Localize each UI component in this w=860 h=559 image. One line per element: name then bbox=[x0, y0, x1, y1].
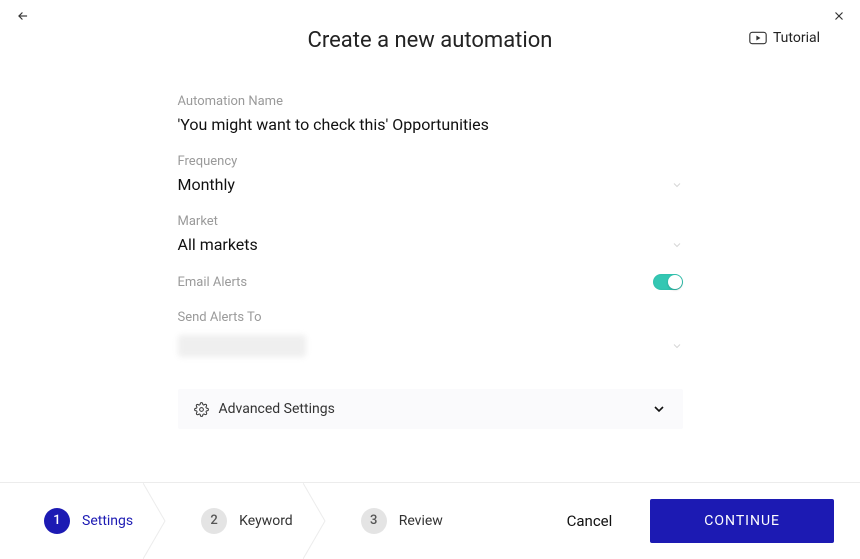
step-label: Review bbox=[399, 513, 443, 529]
chevron-down-icon bbox=[671, 239, 683, 251]
step-keyword[interactable]: 2 Keyword bbox=[161, 483, 321, 558]
send-alerts-label: Send Alerts To bbox=[178, 310, 683, 325]
step-number: 2 bbox=[201, 508, 227, 534]
page-title: Create a new automation bbox=[12, 10, 848, 53]
automation-name-field: Automation Name 'You might want to check… bbox=[178, 94, 683, 134]
send-alerts-select[interactable] bbox=[178, 335, 683, 357]
cancel-button[interactable]: Cancel bbox=[567, 512, 613, 530]
automation-name-label: Automation Name bbox=[178, 94, 683, 109]
step-indicator: 1 Settings 2 Keyword 3 Review bbox=[0, 483, 471, 558]
advanced-settings-label: Advanced Settings bbox=[219, 401, 335, 417]
market-select[interactable]: All markets bbox=[178, 235, 683, 254]
frequency-value: Monthly bbox=[178, 175, 235, 194]
step-number: 1 bbox=[44, 508, 70, 534]
chevron-down-icon bbox=[671, 179, 683, 191]
market-field: Market All markets bbox=[178, 214, 683, 254]
step-number: 3 bbox=[361, 508, 387, 534]
frequency-label: Frequency bbox=[178, 154, 683, 169]
automation-name-value[interactable]: 'You might want to check this' Opportuni… bbox=[178, 115, 683, 134]
wizard-footer: 1 Settings 2 Keyword 3 Review Cancel CON… bbox=[0, 482, 860, 558]
recipient-chip bbox=[178, 335, 306, 357]
send-alerts-field: Send Alerts To bbox=[178, 310, 683, 357]
close-icon bbox=[832, 9, 846, 23]
arrow-left-icon bbox=[16, 9, 30, 23]
play-video-icon bbox=[749, 31, 767, 45]
email-alerts-label: Email Alerts bbox=[178, 275, 248, 290]
continue-button[interactable]: CONTINUE bbox=[650, 499, 834, 543]
gear-icon bbox=[194, 402, 209, 417]
close-button[interactable] bbox=[832, 8, 846, 27]
frequency-field: Frequency Monthly bbox=[178, 154, 683, 194]
advanced-settings-toggle[interactable]: Advanced Settings bbox=[178, 389, 683, 429]
automation-form: Automation Name 'You might want to check… bbox=[178, 94, 683, 429]
email-alerts-row: Email Alerts bbox=[178, 274, 683, 290]
step-label: Keyword bbox=[239, 513, 293, 529]
frequency-select[interactable]: Monthly bbox=[178, 175, 683, 194]
email-alerts-toggle[interactable] bbox=[653, 274, 683, 290]
market-value: All markets bbox=[178, 235, 258, 254]
market-label: Market bbox=[178, 214, 683, 229]
step-review[interactable]: 3 Review bbox=[321, 483, 471, 558]
tutorial-label: Tutorial bbox=[773, 30, 820, 46]
tutorial-link[interactable]: Tutorial bbox=[749, 30, 820, 46]
back-button[interactable] bbox=[16, 8, 30, 27]
step-settings[interactable]: 1 Settings bbox=[0, 483, 161, 558]
chevron-down-icon bbox=[651, 401, 667, 417]
chevron-down-icon bbox=[671, 340, 683, 352]
step-label: Settings bbox=[82, 513, 133, 529]
